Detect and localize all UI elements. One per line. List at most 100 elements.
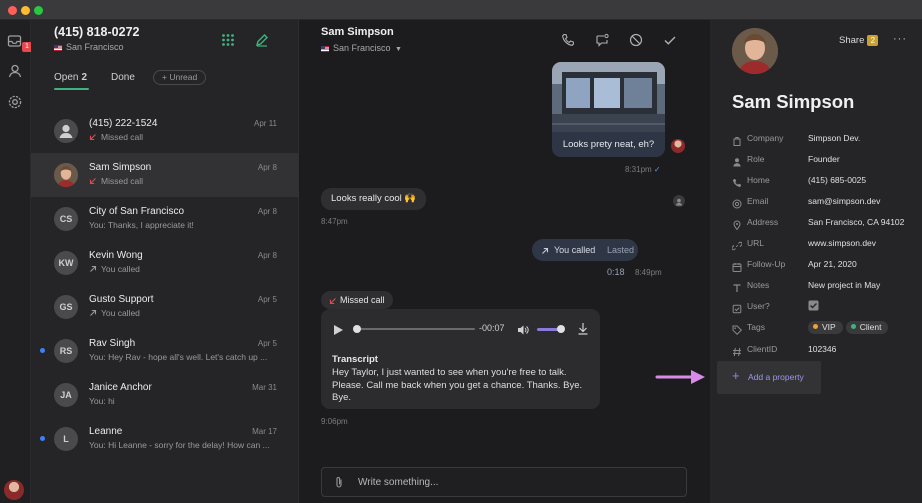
checkbox-icon xyxy=(732,301,742,314)
profile-field-label: Follow-Up xyxy=(747,259,786,269)
tag-chip[interactable]: Client xyxy=(845,321,889,334)
profile-field-address[interactable]: Address San Francisco, CA 94102 xyxy=(732,215,922,235)
keypad-grid-icon[interactable] xyxy=(221,33,235,47)
tab-open[interactable]: Open 2 xyxy=(54,72,87,83)
inbox-nav-icon[interactable]: 1 xyxy=(7,33,32,52)
profile-field-value[interactable]: San Francisco, CA 94102 xyxy=(808,215,904,229)
voicemail-scrubber-handle[interactable] xyxy=(353,325,361,333)
profile-field-tags[interactable]: Tags VIP Client xyxy=(732,320,922,340)
zoom-window-button[interactable] xyxy=(34,6,43,15)
conversation-name: City of San Francisco xyxy=(89,206,185,217)
profile-field-value[interactable]: Apr 21, 2020 xyxy=(808,257,857,271)
profile-field-home[interactable]: Home (415) 685-0025 xyxy=(732,173,922,193)
inbox-location-text: San Francisco xyxy=(66,42,124,52)
missed-call-icon xyxy=(89,133,97,143)
house-photo-image xyxy=(552,62,665,132)
profile-field-follow-up[interactable]: Follow-Up Apr 21, 2020 xyxy=(732,257,922,277)
conversation-item[interactable]: (415) 222-1524 Missed call Apr 11 xyxy=(31,109,299,153)
more-options-icon[interactable]: ··· xyxy=(893,33,907,45)
conversation-item[interactable]: GS Gusto Support You called Apr 5 xyxy=(31,285,299,329)
plus-icon: + xyxy=(732,368,740,383)
contact-photo-avatar xyxy=(732,28,778,74)
tags-list: VIP Client xyxy=(808,320,891,334)
settings-gear-icon[interactable] xyxy=(7,94,23,110)
photo-message[interactable]: Looks prety neat, eh? xyxy=(552,62,665,157)
photo-time: 8:31pm ✓ xyxy=(625,165,661,174)
profile-field-value[interactable]: sam@simpson.dev xyxy=(808,194,880,208)
transcript-text: Hey Taylor, I just wanted to see when yo… xyxy=(332,367,583,403)
profile-field-url[interactable]: URL www.simpson.dev xyxy=(731,236,922,256)
add-property-label: Add a property xyxy=(748,372,804,382)
add-property-button[interactable]: + Add a property xyxy=(717,361,821,394)
conversation-preview-text: You: Thanks, I appreciate it! xyxy=(89,220,194,230)
conversation-item[interactable]: Sam Simpson Missed call Apr 8 xyxy=(31,153,299,197)
profile-field-value[interactable]: 102346 xyxy=(808,342,836,356)
conversation-preview: Missed call xyxy=(89,132,143,143)
close-window-button[interactable] xyxy=(8,6,17,15)
you-called-time: 8:49pm xyxy=(635,268,662,277)
share-button[interactable]: Share 2 xyxy=(839,35,879,46)
message-composer[interactable]: Write something... xyxy=(321,467,687,497)
unread-filter-button[interactable]: + Unread xyxy=(153,70,207,85)
volume-slider-handle[interactable] xyxy=(557,325,565,333)
attach-paperclip-icon[interactable] xyxy=(334,476,344,494)
unread-dot xyxy=(40,436,45,441)
profile-field-label: User? xyxy=(747,301,770,311)
profile-field-notes[interactable]: Notes New project in May xyxy=(732,278,922,298)
conversation-item[interactable]: CS City of San Francisco You: Thanks, I ap… xyxy=(31,197,299,241)
tab-done-label: Done xyxy=(111,72,135,83)
voicemail-progress-track[interactable] xyxy=(355,328,475,330)
mark-done-check-icon[interactable] xyxy=(663,33,677,47)
transcript-label: Transcript xyxy=(332,354,378,365)
person-icon xyxy=(732,154,742,167)
play-icon[interactable] xyxy=(333,323,344,341)
profile-field-value[interactable]: www.simpson.dev xyxy=(808,236,876,250)
profile-field-label: Company xyxy=(747,133,784,143)
conversation-date: Apr 8 xyxy=(257,251,277,260)
contacts-nav-icon[interactable] xyxy=(7,63,23,79)
compose-pencil-icon[interactable] xyxy=(255,33,269,47)
profile-field-email[interactable]: Email sam@simpson.dev xyxy=(732,194,922,214)
conversation-preview-text: You called xyxy=(101,264,140,274)
link-icon xyxy=(731,238,743,251)
profile-field-value[interactable]: New project in May xyxy=(808,278,880,292)
share-label: Share xyxy=(839,35,865,46)
profile-field-company[interactable]: Company Simpson Dev. xyxy=(732,131,922,151)
profile-field-value[interactable]: Simpson Dev. xyxy=(808,131,860,145)
conversation-name: Rav Singh xyxy=(89,338,136,349)
missed-call-icon xyxy=(329,295,340,305)
chat-contact-name: Sam Simpson xyxy=(321,26,394,38)
conversation-date: Apr 5 xyxy=(257,339,277,348)
profile-field-value[interactable]: (415) 685-0025 xyxy=(808,173,866,187)
chat-contact-location[interactable]: San Francisco ▼ xyxy=(321,43,402,53)
user-checkbox[interactable] xyxy=(808,300,819,315)
call-phone-icon[interactable] xyxy=(561,33,575,47)
profile-field-clientid[interactable]: ClientID 102346 xyxy=(732,342,922,362)
conversation-preview-text: You: Hi Leanne - sorry for the delay! Ho… xyxy=(89,440,270,450)
outgoing-call-icon xyxy=(541,239,549,261)
user-avatar[interactable] xyxy=(4,480,24,500)
profile-field-user[interactable]: User? xyxy=(732,299,922,319)
profile-field-role[interactable]: Role Founder xyxy=(732,152,922,172)
profile-field-value[interactable]: Founder xyxy=(808,152,840,166)
missed-call-bubble[interactable]: Missed call xyxy=(321,291,393,309)
conversation-preview: You called xyxy=(89,308,140,319)
snooze-message-icon[interactable] xyxy=(595,33,609,47)
conversation-item[interactable]: KW Kevin Wong You called Apr 8 xyxy=(31,241,299,285)
outgoing-call-bubble[interactable]: You called Lasted 0:18 xyxy=(532,239,638,277)
contact-placeholder-avatar xyxy=(673,195,685,207)
volume-speaker-icon[interactable] xyxy=(517,323,529,341)
conversation-name: (415) 222-1524 xyxy=(89,118,158,129)
missed-call-label: Missed call xyxy=(340,295,385,305)
block-icon[interactable] xyxy=(629,33,643,47)
tag-chip[interactable]: VIP xyxy=(808,321,843,334)
nav-rail: 1 xyxy=(0,20,32,503)
conversation-item[interactable]: L Leanne You: Hi Leanne - sorry for the de… xyxy=(31,417,299,461)
profile-field-label: Role xyxy=(747,154,765,164)
incoming-message-bubble[interactable]: Looks really cool 🙌 xyxy=(321,188,427,210)
conversation-item[interactable]: RS Rav Singh You: Hey Rav - hope all's wel… xyxy=(31,329,299,373)
tab-done[interactable]: Done xyxy=(111,72,135,83)
download-icon[interactable] xyxy=(577,322,589,340)
conversation-item[interactable]: JA Janice Anchor You: hi Mar 31 xyxy=(31,373,299,417)
minimize-window-button[interactable] xyxy=(21,6,30,15)
